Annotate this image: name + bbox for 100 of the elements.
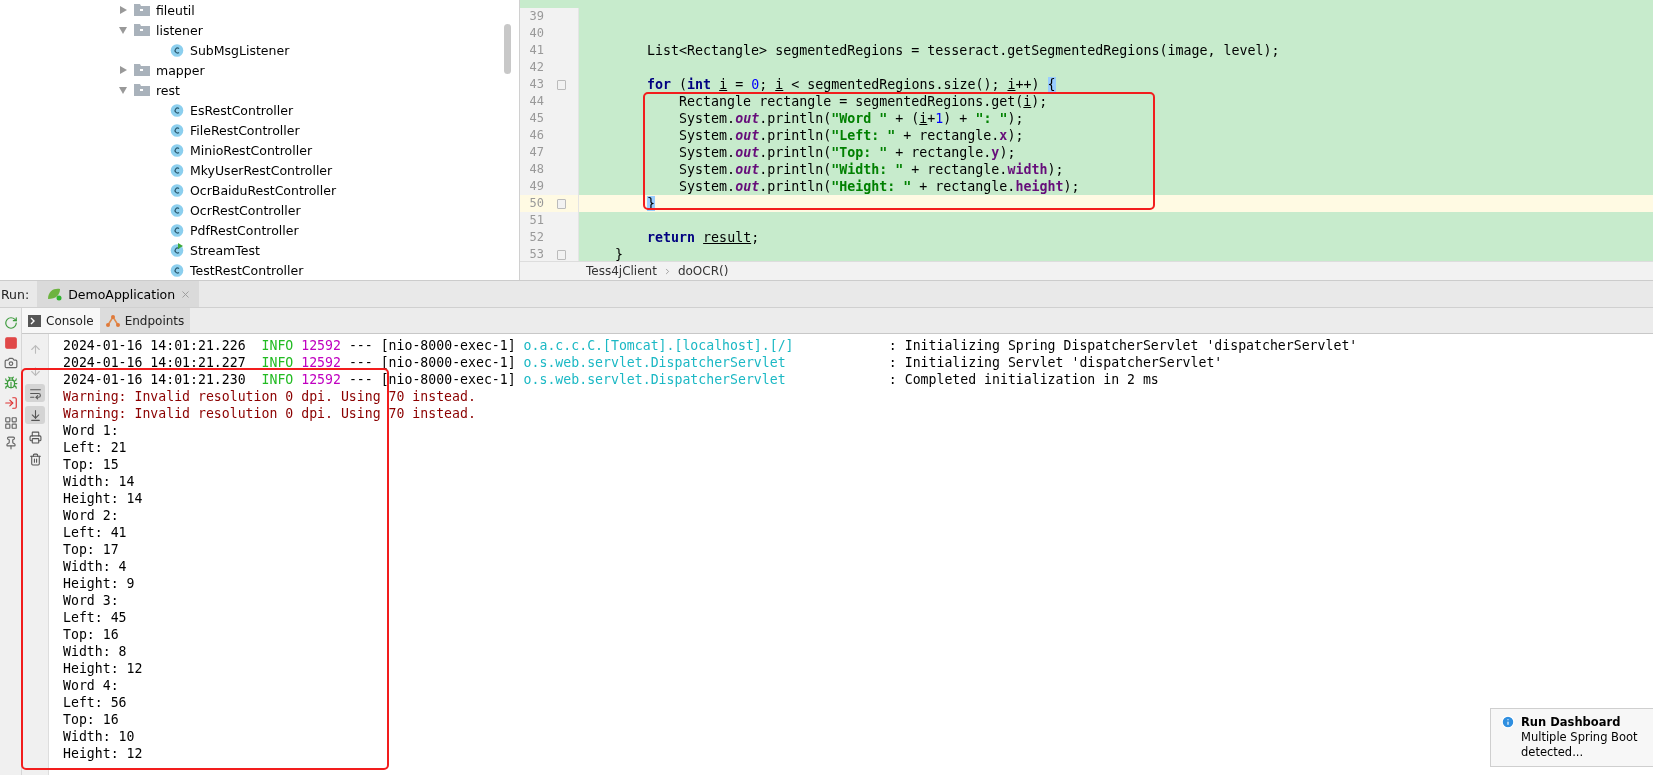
log-line: 2024-01-16 14:01:21.227 INFO 12592 --- [nio-8000-exec-1] o.s.web.servlet.DispatcherServlet : Initializing Servlet 'dispatcherServlet' xyxy=(63,354,1223,371)
folder-label[interactable]: mapper xyxy=(156,62,205,78)
stop-icon[interactable] xyxy=(3,336,18,350)
code-line: System.out.println("Top: " + rectangle.y); xyxy=(678,145,1016,160)
fold-marker[interactable] xyxy=(556,79,566,90)
notification-text: detected... xyxy=(1521,745,1585,760)
class-label[interactable]: OcrBaiduRestController xyxy=(190,182,337,198)
output-line: Left: 45 xyxy=(63,609,127,626)
code-line: List<Rectangle> segmentedRegions = tesseract.getSegmentedRegions(image, level); xyxy=(646,43,1280,58)
soft-wrap-button[interactable] xyxy=(25,384,45,402)
output-line: Word 3: xyxy=(63,592,119,609)
rerun-icon[interactable] xyxy=(3,316,18,330)
code-line: return result; xyxy=(646,230,760,245)
warning-line: Warning: Invalid resolution 0 dpi. Using 70 instead. xyxy=(63,388,476,405)
arrow-to-line-icon xyxy=(28,408,42,422)
line-number: 43 xyxy=(528,76,544,93)
output-line: Height: 9 xyxy=(63,575,135,592)
run-tab[interactable]: DemoApplication xyxy=(37,281,200,307)
code-line: System.out.println("Width: " + rectangle.width); xyxy=(678,162,1064,177)
line-number: 39 xyxy=(528,8,544,25)
class-label[interactable]: MinioRestController xyxy=(190,142,312,158)
pin-icon[interactable] xyxy=(3,436,18,450)
output-line: Word 2: xyxy=(63,507,119,524)
scroll-to-end-button[interactable] xyxy=(25,406,45,424)
line-number: 48 xyxy=(528,161,544,178)
line-number: 46 xyxy=(528,127,544,144)
code-line: System.out.println("Left: " + rectangle.x); xyxy=(678,128,1024,143)
output-line: Width: 8 xyxy=(63,643,127,660)
output-line: Left: 41 xyxy=(63,524,127,541)
folder-icon xyxy=(134,4,150,16)
scrollbar-thumb[interactable] xyxy=(504,24,511,74)
class-label[interactable]: EsRestController xyxy=(190,102,294,118)
line-number: 53 xyxy=(528,246,544,261)
output-line: Width: 14 xyxy=(63,473,135,490)
class-label[interactable]: SubMsgListener xyxy=(190,42,290,58)
line-number: 50 xyxy=(528,195,544,212)
class-icon xyxy=(170,103,184,117)
notification-title: Run Dashboard xyxy=(1521,715,1622,730)
collapse-arrow-icon[interactable] xyxy=(118,25,128,35)
folder-icon xyxy=(134,84,150,96)
line-number: 42 xyxy=(528,59,544,76)
output-line: Width: 4 xyxy=(63,558,127,575)
warning-line: Warning: Invalid resolution 0 dpi. Using 70 instead. xyxy=(63,405,476,422)
fold-marker[interactable] xyxy=(556,198,566,209)
folder-label[interactable]: listener xyxy=(156,22,203,38)
console-tab[interactable]: Endpoints xyxy=(99,308,191,333)
output-line: Top: 16 xyxy=(63,626,119,643)
line-number: 44 xyxy=(528,93,544,110)
runnable-class-icon xyxy=(170,243,184,257)
exit-icon[interactable] xyxy=(3,396,18,410)
class-icon xyxy=(170,163,184,177)
line-number: 45 xyxy=(528,110,544,127)
layout-icon[interactable] xyxy=(3,416,18,430)
arrow-up-icon xyxy=(28,342,42,356)
class-label[interactable]: PdfRestController xyxy=(190,222,299,238)
code-line: System.out.println("Word " + (i+1) + ": "); xyxy=(678,111,1024,126)
class-label[interactable]: MkyUserRestController xyxy=(190,162,333,178)
console-icon xyxy=(28,314,41,327)
output-line: Height: 12 xyxy=(63,660,143,677)
output-line: Top: 15 xyxy=(63,456,119,473)
expand-arrow-icon[interactable] xyxy=(118,5,128,15)
output-line: Left: 56 xyxy=(63,694,127,711)
line-number: 40 xyxy=(528,25,544,42)
fold-marker[interactable] xyxy=(556,249,566,260)
class-icon xyxy=(170,143,184,157)
output-line: Word 1: xyxy=(63,422,119,439)
output-line: Top: 17 xyxy=(63,541,119,558)
breadcrumb-item[interactable]: Tess4jClient xyxy=(586,264,657,278)
folder-label[interactable]: rest xyxy=(156,82,180,98)
folder-icon xyxy=(134,24,150,36)
class-icon xyxy=(170,223,184,237)
output-line: Top: 16 xyxy=(63,711,119,728)
printer-icon xyxy=(28,430,42,444)
class-label[interactable]: OcrRestController xyxy=(190,202,301,218)
expand-arrow-icon[interactable] xyxy=(118,65,128,75)
close-icon[interactable] xyxy=(180,288,192,300)
log-line: 2024-01-16 14:01:21.226 INFO 12592 --- [nio-8000-exec-1] o.a.c.c.C.[Tomcat].[localhost].[/] : Initializing Spring DispatcherServlet 'dispatcherServlet' xyxy=(63,337,1358,354)
line-number: 52 xyxy=(528,229,544,246)
arrow-down-icon xyxy=(28,364,42,378)
class-icon xyxy=(170,203,184,217)
camera-icon[interactable] xyxy=(3,356,18,370)
code-line: Rectangle rectangle = segmentedRegions.get(i); xyxy=(678,94,1048,109)
class-label[interactable]: TestRestController xyxy=(190,262,304,278)
console-tab[interactable]: Console xyxy=(22,308,100,333)
class-label[interactable]: FileRestController xyxy=(190,122,300,138)
breadcrumb-item[interactable]: doOCR() xyxy=(677,264,729,278)
code-line: System.out.println("Height: " + rectangle.height); xyxy=(678,179,1080,194)
endpoints-icon xyxy=(105,314,120,327)
class-label[interactable]: StreamTest xyxy=(190,242,260,258)
class-icon xyxy=(170,123,184,137)
wrap-icon xyxy=(28,386,42,400)
bug-icon[interactable] xyxy=(3,376,18,390)
collapse-arrow-icon[interactable] xyxy=(118,85,128,95)
class-icon xyxy=(170,263,184,277)
folder-label[interactable]: fileutil xyxy=(156,2,195,18)
output-line: Word 4: xyxy=(63,677,119,694)
trash-icon xyxy=(28,452,42,466)
line-number: 47 xyxy=(528,144,544,161)
code-line: } xyxy=(614,247,624,261)
folder-icon xyxy=(134,64,150,76)
